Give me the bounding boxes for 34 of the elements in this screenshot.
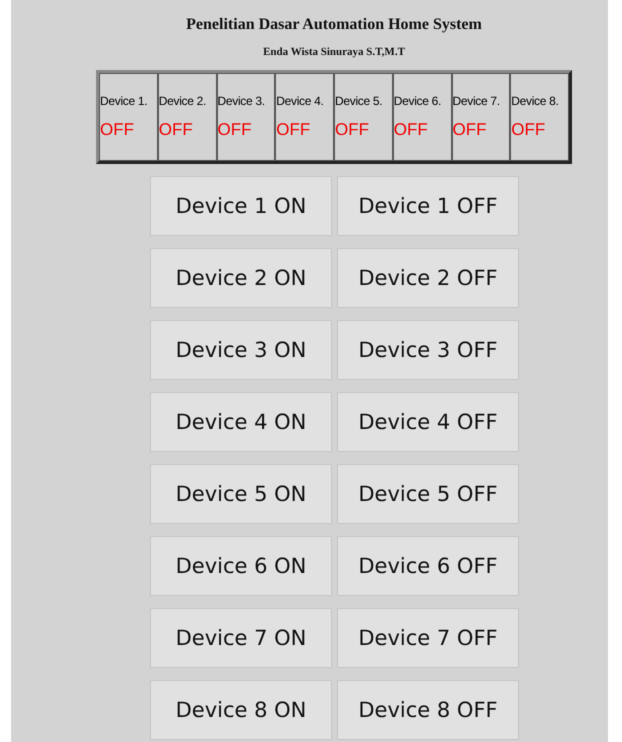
turn-on-button[interactable]: Device 3 ON <box>150 320 332 380</box>
turn-off-button[interactable]: Device 2 OFF <box>337 248 519 308</box>
turn-on-button[interactable]: Device 5 ON <box>150 464 332 524</box>
status-value: OFF <box>511 120 546 140</box>
status-value: OFF <box>218 120 252 140</box>
turn-off-button[interactable]: Device 7 OFF <box>337 608 519 668</box>
author-name: Enda Wista Sinuraya S.T,M.T <box>263 46 405 58</box>
turn-off-button[interactable]: Device 6 OFF <box>337 536 519 596</box>
turn-off-button[interactable]: Device 5 OFF <box>337 464 519 524</box>
device-label: Device 8. <box>511 94 560 108</box>
status-value: OFF <box>452 120 486 140</box>
turn-on-button[interactable]: Device 8 ON <box>150 680 332 740</box>
status-value: OFF <box>276 120 310 140</box>
page-title: Penelitian Dasar Automation Home System <box>186 16 482 34</box>
turn-on-button[interactable]: Device 6 ON <box>150 536 332 596</box>
device-label: Device 7. <box>452 94 501 108</box>
turn-off-button[interactable]: Device 1 OFF <box>337 176 519 236</box>
device-label: Device 4. <box>276 94 325 108</box>
turn-off-button[interactable]: Device 4 OFF <box>337 392 519 452</box>
device-label: Device 1. <box>100 94 148 108</box>
status-value: OFF <box>100 120 134 140</box>
turn-on-button[interactable]: Device 1 ON <box>150 176 332 236</box>
turn-on-button[interactable]: Device 7 ON <box>150 608 332 668</box>
turn-on-button[interactable]: Device 4 ON <box>150 392 332 452</box>
device-label: Device 3. <box>218 94 266 108</box>
status-value: OFF <box>335 120 369 140</box>
device-label: Device 2. <box>158 94 208 108</box>
status-value: OFF <box>394 120 428 140</box>
turn-on-button[interactable]: Device 2 ON <box>150 248 332 308</box>
device-label: Device 5. <box>335 94 384 108</box>
device-label: Device 6. <box>394 94 442 108</box>
status-value: OFF <box>158 120 193 140</box>
turn-off-button[interactable]: Device 3 OFF <box>337 320 519 380</box>
turn-off-button[interactable]: Device 8 OFF <box>337 680 519 740</box>
